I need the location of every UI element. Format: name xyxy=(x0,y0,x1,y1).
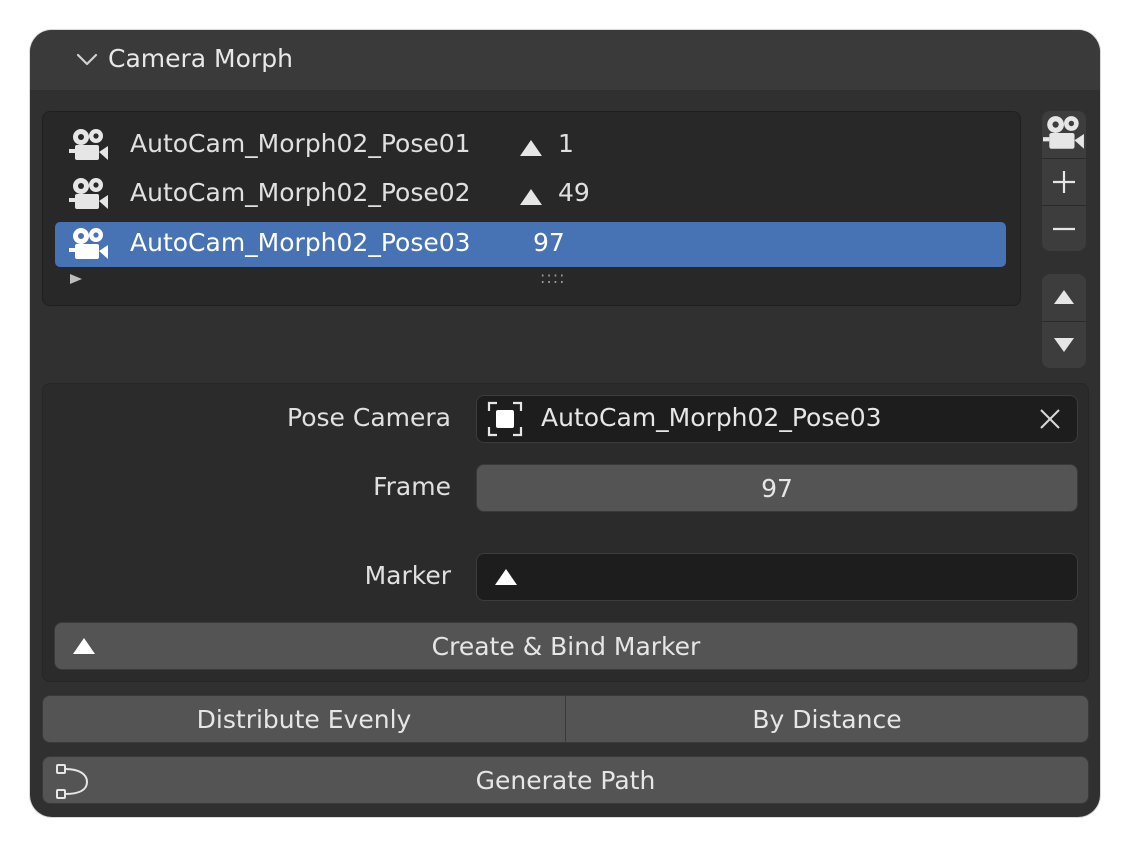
marker-field[interactable] xyxy=(476,553,1078,601)
list-side-buttons xyxy=(1042,111,1086,251)
marker-icon xyxy=(73,638,95,654)
camera-icon xyxy=(69,129,108,160)
frame-field[interactable]: 97 xyxy=(476,464,1078,512)
list-item-pose01[interactable]: AutoCam_Morph02_Pose01 1 xyxy=(55,123,1006,168)
pose-name: AutoCam_Morph02_Pose01 xyxy=(130,129,471,158)
generate-path-label: Generate Path xyxy=(475,765,656,795)
filter-expand-icon[interactable] xyxy=(69,273,83,285)
frame-label: Frame xyxy=(373,472,451,501)
pose-frame: 1 xyxy=(558,129,574,158)
minus-icon xyxy=(1053,227,1075,231)
marker-icon xyxy=(520,140,542,156)
pose-properties-panel: Pose Camera AutoCam_Morph02_Pose03 Frame… xyxy=(42,383,1089,682)
pose-name: AutoCam_Morph02_Pose03 xyxy=(130,228,471,257)
by-distance-label: By Distance xyxy=(752,704,902,734)
curve-path-icon xyxy=(56,764,89,799)
object-icon xyxy=(487,401,523,437)
pose-frame: 97 xyxy=(533,228,565,257)
distribute-evenly-button[interactable]: Distribute Evenly xyxy=(42,695,566,743)
move-down-button[interactable] xyxy=(1042,321,1086,368)
arrow-up-icon xyxy=(1054,290,1074,304)
create-bind-marker-label: Create & Bind Marker xyxy=(431,631,701,661)
marker-label: Marker xyxy=(364,561,451,590)
pose-name: AutoCam_Morph02_Pose02 xyxy=(130,178,471,207)
marker-icon xyxy=(520,189,542,205)
pose-camera-label: Pose Camera xyxy=(287,403,451,432)
create-bind-marker-button[interactable]: Create & Bind Marker xyxy=(54,622,1078,670)
list-item-pose02[interactable]: AutoCam_Morph02_Pose02 49 xyxy=(55,172,1006,217)
move-up-button[interactable] xyxy=(1042,274,1086,320)
camera-icon xyxy=(69,228,108,259)
list-item-pose03[interactable]: AutoCam_Morph02_Pose03 97 xyxy=(55,222,1006,267)
chevron-down-icon[interactable] xyxy=(76,52,98,68)
add-camera-button[interactable] xyxy=(1042,111,1086,157)
generate-path-button[interactable]: Generate Path xyxy=(42,756,1089,804)
pose-camera-value: AutoCam_Morph02_Pose03 xyxy=(541,403,882,432)
panel-title: Camera Morph xyxy=(108,44,293,73)
by-distance-button[interactable]: By Distance xyxy=(565,695,1089,743)
frame-value: 97 xyxy=(761,473,793,503)
close-icon[interactable] xyxy=(1039,408,1061,430)
camera-icon xyxy=(1043,116,1084,149)
remove-pose-button[interactable] xyxy=(1042,205,1086,252)
pose-camera-field[interactable]: AutoCam_Morph02_Pose03 xyxy=(476,395,1078,443)
pose-frame: 49 xyxy=(558,178,590,207)
arrow-down-icon xyxy=(1054,338,1074,352)
move-buttons xyxy=(1042,274,1086,368)
panel-header[interactable]: Camera Morph xyxy=(30,30,1100,90)
camera-icon xyxy=(69,178,108,209)
marker-icon xyxy=(495,569,517,585)
plus-icon xyxy=(1053,171,1075,193)
resize-grip[interactable]: :::: xyxy=(540,268,566,287)
pose-list: AutoCam_Morph02_Pose01 1 AutoCam_Morph02… xyxy=(42,111,1021,306)
camera-morph-panel: Camera Morph AutoCam_Morph02_Pose01 1 Au… xyxy=(30,30,1100,817)
distribute-evenly-label: Distribute Evenly xyxy=(196,704,412,734)
add-pose-button[interactable] xyxy=(1042,158,1086,205)
